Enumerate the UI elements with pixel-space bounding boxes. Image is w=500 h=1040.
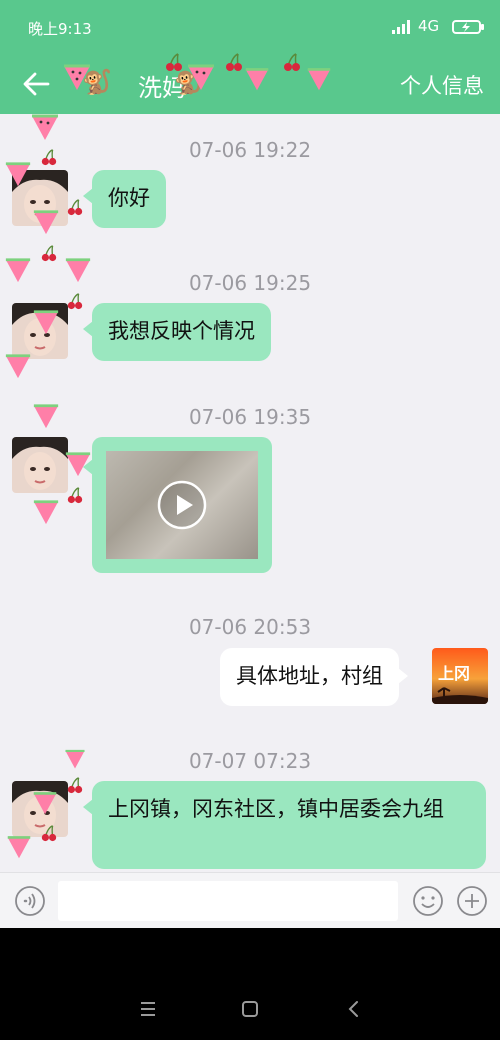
plus-icon[interactable]	[456, 885, 488, 917]
watermelon-sticker-icon	[32, 114, 58, 140]
network-type: 4G	[418, 17, 440, 35]
cherry-sticker-icon	[226, 53, 242, 71]
watermelon-sticker-icon	[33, 500, 59, 525]
monkey-sticker-icon: 🐒	[82, 68, 112, 96]
watermelon-sticker-icon	[33, 792, 57, 815]
message-bubble[interactable]: 你好	[83, 170, 166, 228]
message-input-bar	[0, 872, 500, 928]
menu-icon[interactable]	[137, 998, 159, 1020]
watermelon-sticker-icon	[65, 452, 91, 477]
video-thumbnail[interactable]	[106, 451, 258, 559]
watermelon-sticker-icon	[33, 210, 59, 235]
watermelon-sticker-icon	[5, 162, 31, 187]
self-avatar-label: 上冈	[438, 664, 471, 683]
watermelon-sticker-icon	[307, 68, 331, 91]
watermelon-sticker-icon	[65, 749, 85, 769]
cherry-sticker-icon	[41, 149, 57, 166]
watermelon-sticker-icon	[5, 258, 31, 283]
watermelon-sticker-icon	[5, 354, 31, 379]
cherry-sticker-icon	[67, 199, 83, 216]
cherry-sticker-icon	[284, 53, 300, 71]
battery-icon	[452, 20, 484, 34]
voice-icon[interactable]	[14, 885, 46, 917]
watermelon-sticker-icon	[65, 258, 91, 283]
video-message[interactable]	[83, 437, 272, 573]
watermelon-sticker-icon	[33, 310, 59, 335]
status-bar: 晚上9:13 4G	[0, 0, 500, 54]
cherry-sticker-icon	[67, 293, 83, 310]
self-avatar[interactable]: 上冈	[432, 648, 488, 704]
home-icon[interactable]	[239, 998, 261, 1020]
contact-avatar[interactable]	[12, 437, 68, 493]
status-time: 晚上9:13	[28, 20, 92, 38]
message-bubble[interactable]: 我想反映个情况	[83, 303, 271, 361]
watermelon-sticker-icon	[188, 64, 214, 90]
cherry-sticker-icon	[67, 487, 83, 504]
watermelon-sticker-icon	[33, 404, 59, 429]
cherry-sticker-icon	[41, 825, 57, 842]
message-bubble-outgoing[interactable]: 具体地址，村组	[220, 648, 408, 706]
play-icon[interactable]	[157, 480, 207, 530]
cherry-sticker-icon	[166, 53, 182, 71]
profile-info-button[interactable]: 个人信息	[400, 70, 484, 100]
emoji-icon[interactable]	[412, 885, 444, 917]
cherry-sticker-icon	[67, 777, 83, 794]
message-timestamp: 07-06 20:53	[188, 615, 312, 639]
message-bubble[interactable]: 上冈镇，冈东社区，镇中居委会九组	[83, 781, 486, 869]
message-timestamp: 07-06 19:22	[188, 138, 312, 162]
system-nav-bar	[0, 928, 500, 1040]
watermelon-sticker-icon	[245, 68, 269, 91]
palm-tree-icon	[432, 687, 488, 704]
signal-icon	[392, 20, 410, 34]
nav-back-icon[interactable]	[343, 998, 365, 1020]
message-timestamp: 07-06 19:35	[188, 405, 312, 429]
cherry-sticker-icon	[41, 245, 57, 262]
message-input[interactable]	[58, 881, 398, 921]
back-arrow-icon[interactable]	[22, 70, 50, 98]
watermelon-sticker-icon	[7, 836, 31, 859]
